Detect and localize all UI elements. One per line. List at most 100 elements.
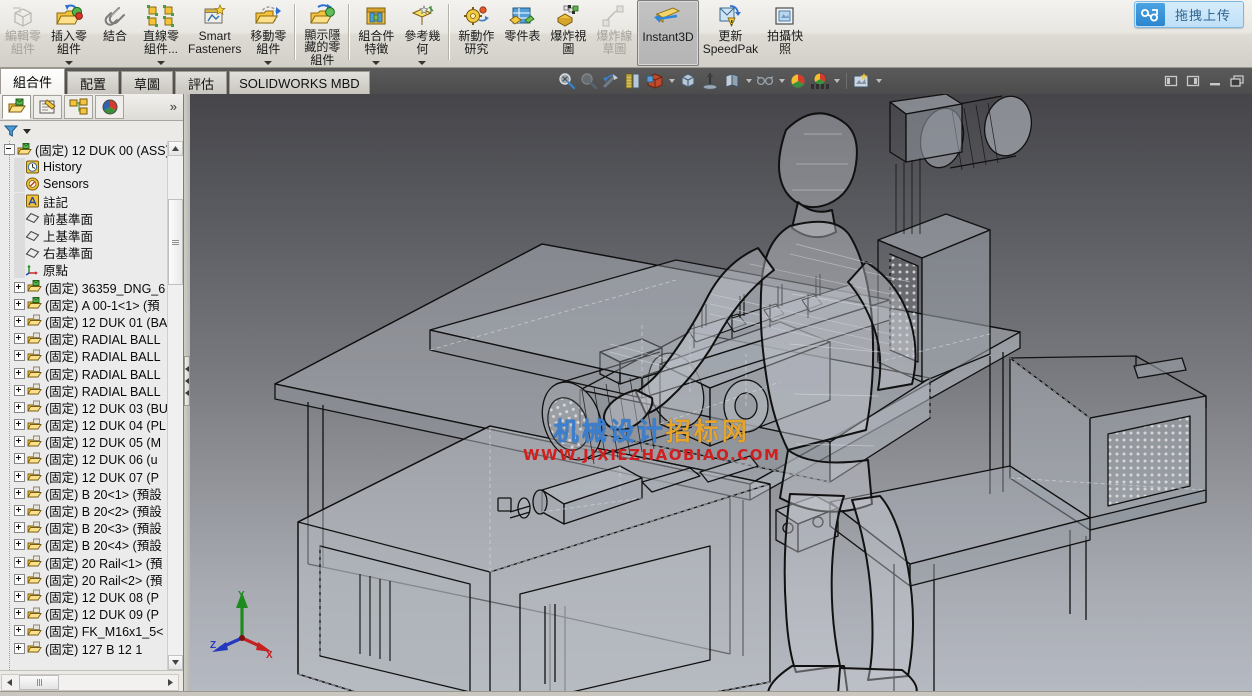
ribbon-button-smart-fasteners[interactable]: Smart Fasteners xyxy=(184,0,245,66)
ribbon-button-exploded-view[interactable]: 爆炸視 圖 xyxy=(545,0,591,66)
ribbon-button-insert-components[interactable]: 插入零 組件 xyxy=(46,0,92,66)
edit-appearance-caret[interactable] xyxy=(743,70,754,92)
tree-item[interactable]: (固定) B 20<3> (預設 xyxy=(0,519,172,536)
tree-item[interactable]: (固定) 12 DUK 08 (P xyxy=(0,588,172,605)
tab-evaluate[interactable]: 評估 xyxy=(175,71,228,94)
zoom-to-fit-button[interactable] xyxy=(556,70,578,92)
graphics-area[interactable]: 机械设计招标网 WWW.JIXIEZHAOBIAO.COM Y Z X xyxy=(190,94,1252,696)
expand-icon[interactable] xyxy=(14,642,25,654)
feature-tree-vscrollbar[interactable] xyxy=(167,141,183,670)
drag-upload-button[interactable]: 拖拽上传 xyxy=(1133,1,1244,28)
tree-item[interactable]: (固定) B 20<1> (預設 xyxy=(0,485,172,502)
ribbon-button-instant3d[interactable]: Instant3D xyxy=(637,0,699,66)
ribbon-button-bill-of-materials[interactable]: 零件表 xyxy=(499,0,545,66)
feature-tree-hscrollbar[interactable] xyxy=(1,674,179,691)
vscroll-thumb[interactable] xyxy=(168,199,183,285)
chevron-down-icon[interactable] xyxy=(65,61,73,65)
ribbon-button-mate[interactable]: 結合 xyxy=(92,0,138,66)
panel-tab-display-manager[interactable] xyxy=(95,95,124,119)
ribbon-button-update-speedpak[interactable]: 更新 SpeedPak xyxy=(699,0,762,66)
scroll-up-button[interactable] xyxy=(168,141,183,156)
tree-connector-dots[interactable] xyxy=(14,158,25,176)
tree-item[interactable]: (固定) 12 DUK 06 (u xyxy=(0,450,172,467)
tree-connector-dots[interactable] xyxy=(14,244,25,262)
view-preset-caret[interactable] xyxy=(873,70,884,92)
tree-connector-dots[interactable] xyxy=(14,227,25,245)
tree-item[interactable]: 註記 xyxy=(0,192,172,210)
tree-item[interactable]: (固定) 127 B 12 1 xyxy=(0,639,172,657)
apply-scene-button[interactable] xyxy=(754,70,776,92)
panel-tab-configuration-manager[interactable] xyxy=(64,95,93,119)
panel-expand-chevron[interactable]: » xyxy=(170,99,177,114)
tree-item[interactable]: Sensors xyxy=(0,175,172,193)
ribbon-button-linear-pattern[interactable]: 直線零 組件... xyxy=(138,0,184,66)
tree-item[interactable]: (固定) RADIAL BALL xyxy=(0,382,172,399)
expand-icon[interactable] xyxy=(14,590,25,602)
view-orientation-button[interactable] xyxy=(644,70,666,92)
ribbon-button-reference-geometry[interactable]: 參考幾 何 xyxy=(399,0,445,66)
minimize-button[interactable] xyxy=(1204,70,1226,92)
tree-item[interactable]: 右基準面 xyxy=(0,244,172,262)
chevron-down-icon[interactable] xyxy=(372,61,381,65)
tree-item[interactable]: (固定) 36359_DNG_6 xyxy=(0,279,172,296)
expand-icon[interactable] xyxy=(14,419,25,431)
expand-icon[interactable] xyxy=(14,298,25,310)
tree-item[interactable]: 上基準面 xyxy=(0,227,172,245)
tree-connector-dots[interactable] xyxy=(14,261,25,279)
tab-sketch[interactable]: 草圖 xyxy=(121,71,174,94)
expand-icon[interactable] xyxy=(14,608,25,620)
expand-icon[interactable] xyxy=(14,436,25,448)
tree-item[interactable]: (固定) B 20<2> (預設 xyxy=(0,502,172,519)
tree-item[interactable]: (固定) FK_M16x1_5< xyxy=(0,622,172,639)
scroll-down-button[interactable] xyxy=(168,655,183,670)
chevron-down-icon[interactable] xyxy=(264,61,273,65)
panel-tab-property-manager[interactable] xyxy=(33,95,62,119)
tree-item[interactable]: (固定) B 20<4> (預設 xyxy=(0,536,172,553)
expand-icon[interactable] xyxy=(14,487,25,499)
expand-icon[interactable] xyxy=(14,315,25,327)
tab-solidworks-mbd[interactable]: SOLIDWORKS MBD xyxy=(229,71,370,94)
scroll-right-button[interactable] xyxy=(163,675,178,690)
expand-icon[interactable] xyxy=(14,367,25,379)
edit-appearance-button[interactable] xyxy=(721,70,743,92)
tree-item[interactable]: 原點 xyxy=(0,261,172,279)
tab-assembly[interactable]: 組合件 xyxy=(0,68,66,94)
tree-item[interactable]: (固定) 12 DUK 03 (BU xyxy=(0,399,172,416)
tree-item[interactable]: (固定) 12 DUK 05 (M xyxy=(0,433,172,450)
restore-right-button[interactable] xyxy=(1182,70,1204,92)
expand-icon[interactable] xyxy=(14,505,25,517)
display-style-button[interactable] xyxy=(677,70,699,92)
chevron-down-icon[interactable] xyxy=(418,61,427,65)
display-manager-caret[interactable] xyxy=(831,70,842,92)
expand-icon[interactable] xyxy=(14,573,25,585)
view-orientation-caret[interactable] xyxy=(666,70,677,92)
expand-icon[interactable] xyxy=(14,539,25,551)
tree-connector-dots[interactable] xyxy=(14,209,25,227)
ribbon-button-take-snapshot[interactable]: 拍攝快 照 xyxy=(762,0,808,66)
expand-icon[interactable] xyxy=(14,333,25,345)
chevron-down-icon[interactable] xyxy=(157,61,165,65)
ribbon-button-explode-line-sketch[interactable]: 爆炸線 草圖 xyxy=(591,0,637,66)
zoom-to-area-button[interactable] xyxy=(578,70,600,92)
apply-scene-caret[interactable] xyxy=(776,70,787,92)
tree-connector-dots[interactable] xyxy=(14,192,25,210)
expand-icon[interactable] xyxy=(14,556,25,568)
expand-icon[interactable] xyxy=(14,281,25,293)
tree-connector-dots[interactable] xyxy=(14,175,25,193)
tree-item[interactable]: (固定) 12 DUK 00 (ASS)( xyxy=(0,141,174,158)
tree-item[interactable]: (固定) RADIAL BALL xyxy=(0,364,172,382)
tree-item[interactable]: (固定) 12 DUK 07 (P xyxy=(0,468,172,485)
expand-icon[interactable] xyxy=(14,625,25,637)
tree-item[interactable]: (固定) RADIAL BALL xyxy=(0,330,172,347)
ribbon-button-show-hidden-components[interactable]: 顯示隱 藏的零 組件 xyxy=(299,0,345,66)
collapse-icon[interactable] xyxy=(4,144,15,156)
tree-item[interactable]: 前基準面 xyxy=(0,209,172,227)
section-view-button[interactable] xyxy=(622,70,644,92)
expand-icon[interactable] xyxy=(14,401,25,413)
scroll-left-button[interactable] xyxy=(2,675,17,690)
expand-icon[interactable] xyxy=(14,453,25,465)
hscroll-thumb[interactable] xyxy=(19,675,59,690)
panel-tab-feature-manager[interactable] xyxy=(2,95,31,119)
previous-view-button[interactable] xyxy=(600,70,622,92)
ribbon-button-new-motion-study[interactable]: 新動作 研究 xyxy=(453,0,499,66)
